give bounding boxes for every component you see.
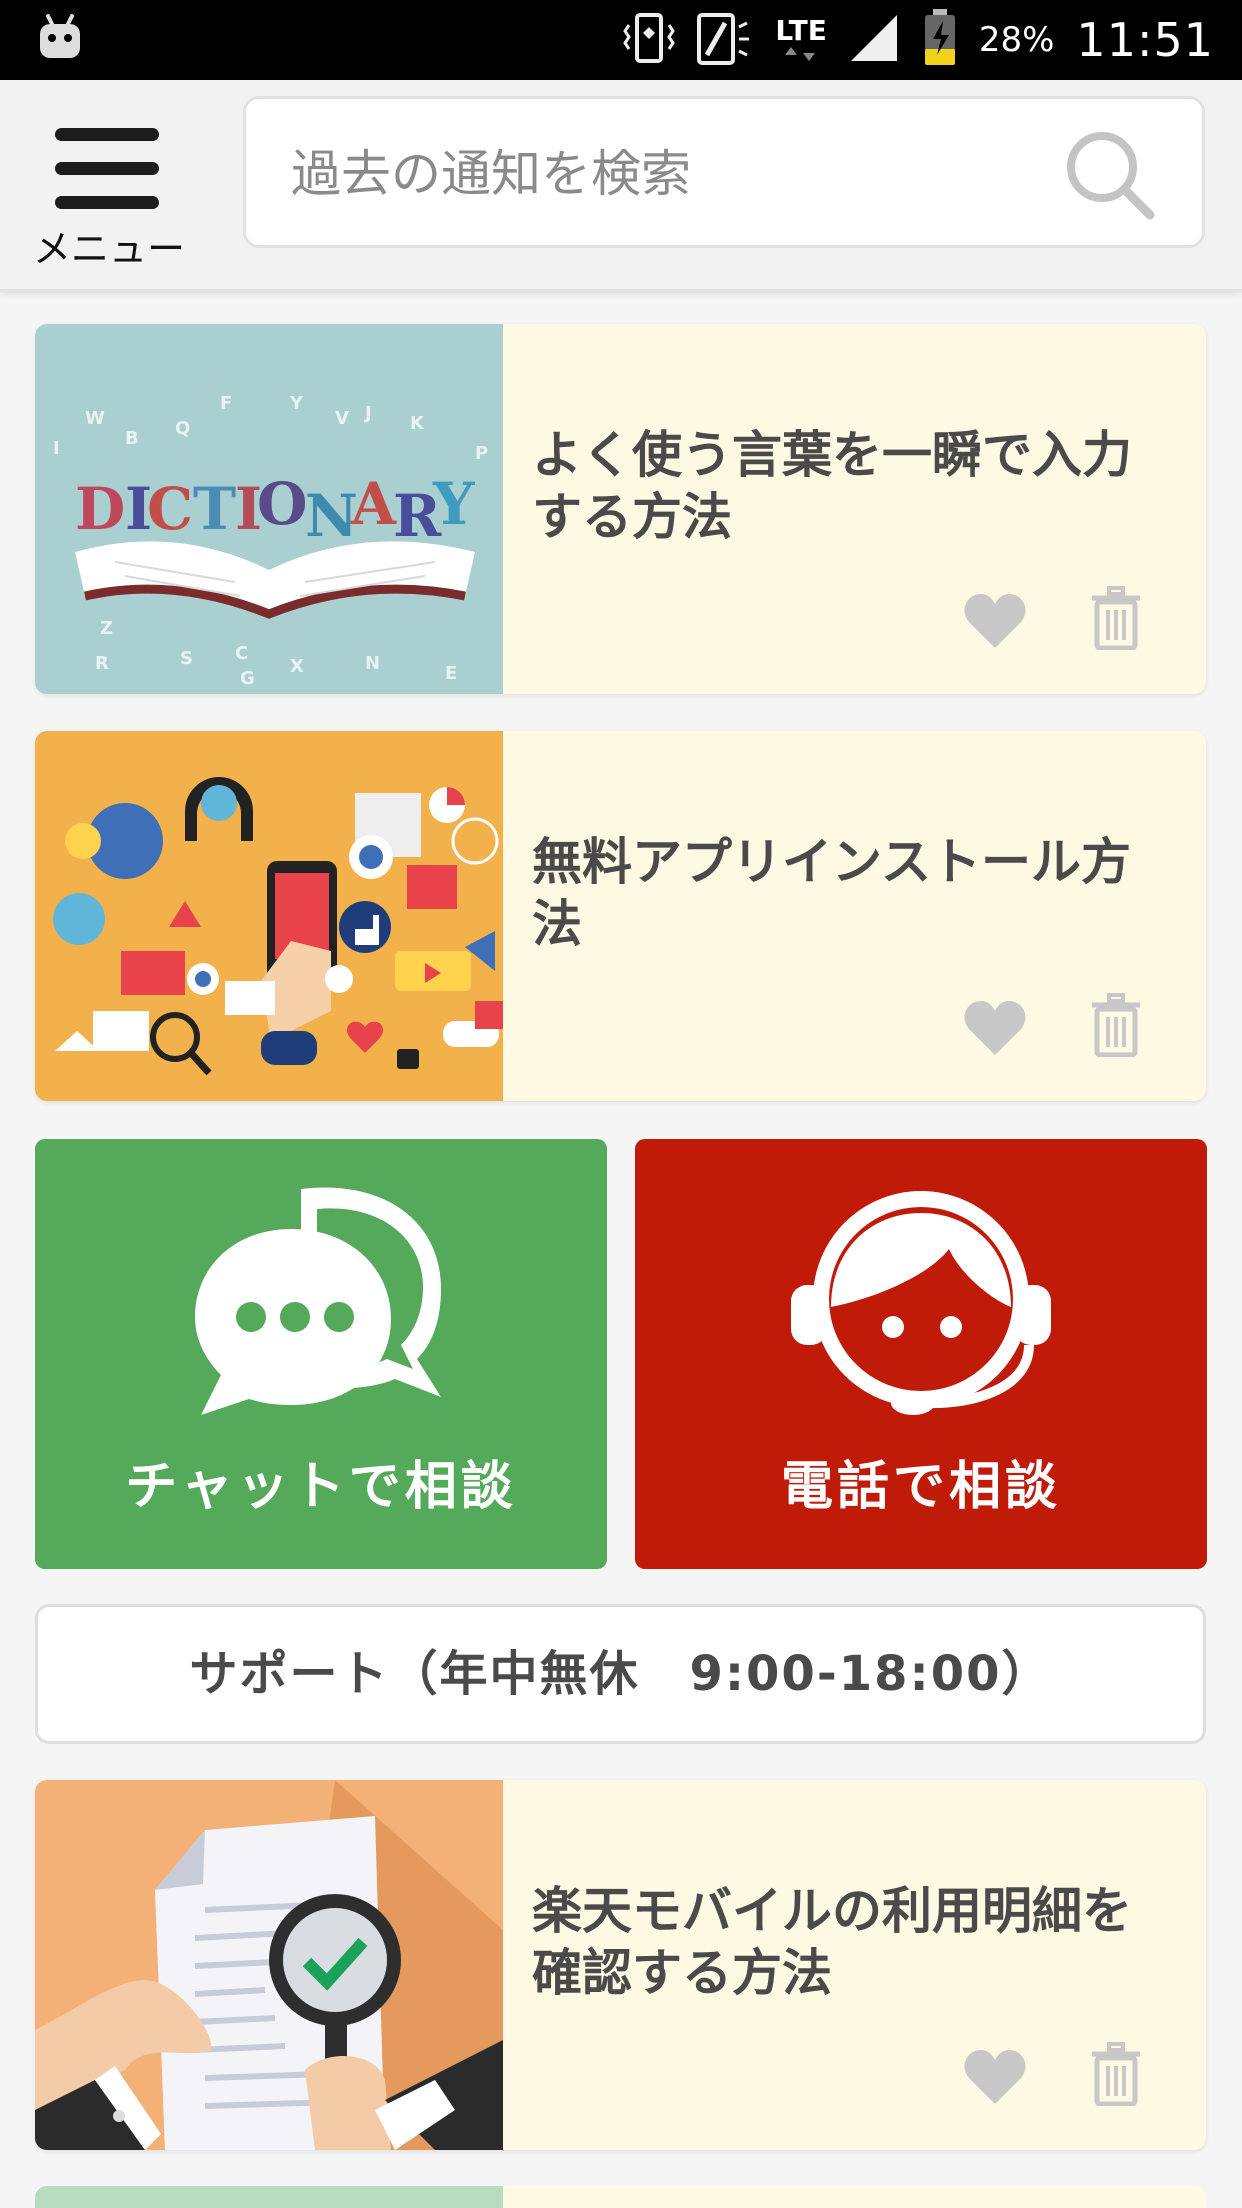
- article-card-partial[interactable]: [35, 2186, 1206, 2208]
- svg-text:R: R: [95, 653, 109, 674]
- chat-consult-label: チャットで相談: [125, 1457, 517, 1517]
- search-box[interactable]: [243, 96, 1205, 248]
- hamburger-icon: [55, 128, 159, 230]
- statement-check-image: [35, 1780, 503, 2150]
- svg-text:K: K: [410, 413, 425, 434]
- clock: 11:51: [1076, 13, 1214, 67]
- heart-icon[interactable]: [963, 592, 1027, 654]
- card-title: よく使う言葉を一瞬で入力する方法: [532, 426, 1132, 546]
- nfc-icon: [697, 11, 753, 69]
- battery-icon: [923, 9, 957, 71]
- battery-percent: 28%: [978, 20, 1055, 60]
- svg-text:A: A: [350, 470, 397, 538]
- card-title: 無料アプリインストール方法: [532, 833, 1131, 953]
- svg-text:N: N: [365, 653, 380, 674]
- lte-icon: LTE: [775, 17, 827, 63]
- search-input[interactable]: [291, 139, 1051, 209]
- svg-text:V: V: [335, 408, 349, 429]
- svg-text:P: P: [475, 443, 488, 464]
- svg-text:Y: Y: [432, 470, 475, 538]
- heart-icon[interactable]: [963, 2048, 1027, 2110]
- heart-icon[interactable]: [963, 999, 1027, 1061]
- apps-collage-image: [35, 731, 503, 1101]
- card-title: 楽天モバイルの利用明細を確認する方法: [532, 1882, 1132, 2002]
- article-card[interactable]: WBQ FYJ KPI VZR SGX NEC D I C T I O N A …: [35, 324, 1206, 694]
- phone-consult-button[interactable]: 電話で相談: [635, 1139, 1207, 1569]
- status-bar: LTE 28% 11:51: [0, 0, 1242, 80]
- signal-icon: [849, 13, 901, 67]
- svg-text:X: X: [290, 656, 304, 677]
- card-image-partial: [35, 2186, 503, 2208]
- svg-text:F: F: [220, 393, 232, 414]
- article-card[interactable]: 楽天モバイルの利用明細を確認する方法: [35, 1780, 1206, 2150]
- svg-text:C: C: [235, 643, 248, 664]
- svg-text:O: O: [257, 470, 308, 538]
- headset-operator-icon: [635, 1179, 1207, 1419]
- svg-text:Y: Y: [289, 393, 304, 414]
- menu-label: メニュー: [32, 227, 185, 271]
- svg-text:D: D: [75, 475, 125, 543]
- chat-bubbles-icon: [35, 1179, 607, 1419]
- svg-text:J: J: [363, 403, 372, 424]
- chat-consult-button[interactable]: チャットで相談: [35, 1139, 607, 1569]
- svg-text:Z: Z: [100, 618, 113, 639]
- article-card[interactable]: 無料アプリインストール方法: [35, 731, 1206, 1101]
- dictionary-image: WBQ FYJ KPI VZR SGX NEC D I C T I O N A …: [35, 324, 503, 694]
- svg-text:W: W: [85, 408, 105, 429]
- svg-text:T: T: [193, 475, 236, 543]
- android-icon: [38, 14, 82, 68]
- svg-text:B: B: [125, 428, 139, 449]
- menu-button[interactable]: メニュー: [24, 100, 194, 271]
- support-hours-button[interactable]: サポート（年中無休 9:00-18:00）: [35, 1604, 1206, 1744]
- svg-text:C: C: [147, 475, 193, 543]
- svg-text:E: E: [445, 663, 457, 684]
- svg-text:G: G: [240, 668, 255, 689]
- trash-icon[interactable]: [1089, 586, 1143, 654]
- svg-text:S: S: [180, 648, 193, 669]
- phone-consult-label: 電話で相談: [780, 1457, 1061, 1517]
- app-header: メニュー: [0, 80, 1242, 292]
- trash-icon[interactable]: [1089, 993, 1143, 1061]
- search-icon[interactable]: [1062, 127, 1158, 227]
- vibrate-icon: [623, 11, 676, 69]
- trash-icon[interactable]: [1089, 2042, 1143, 2110]
- svg-text:Q: Q: [175, 418, 190, 439]
- svg-text:I: I: [53, 438, 60, 459]
